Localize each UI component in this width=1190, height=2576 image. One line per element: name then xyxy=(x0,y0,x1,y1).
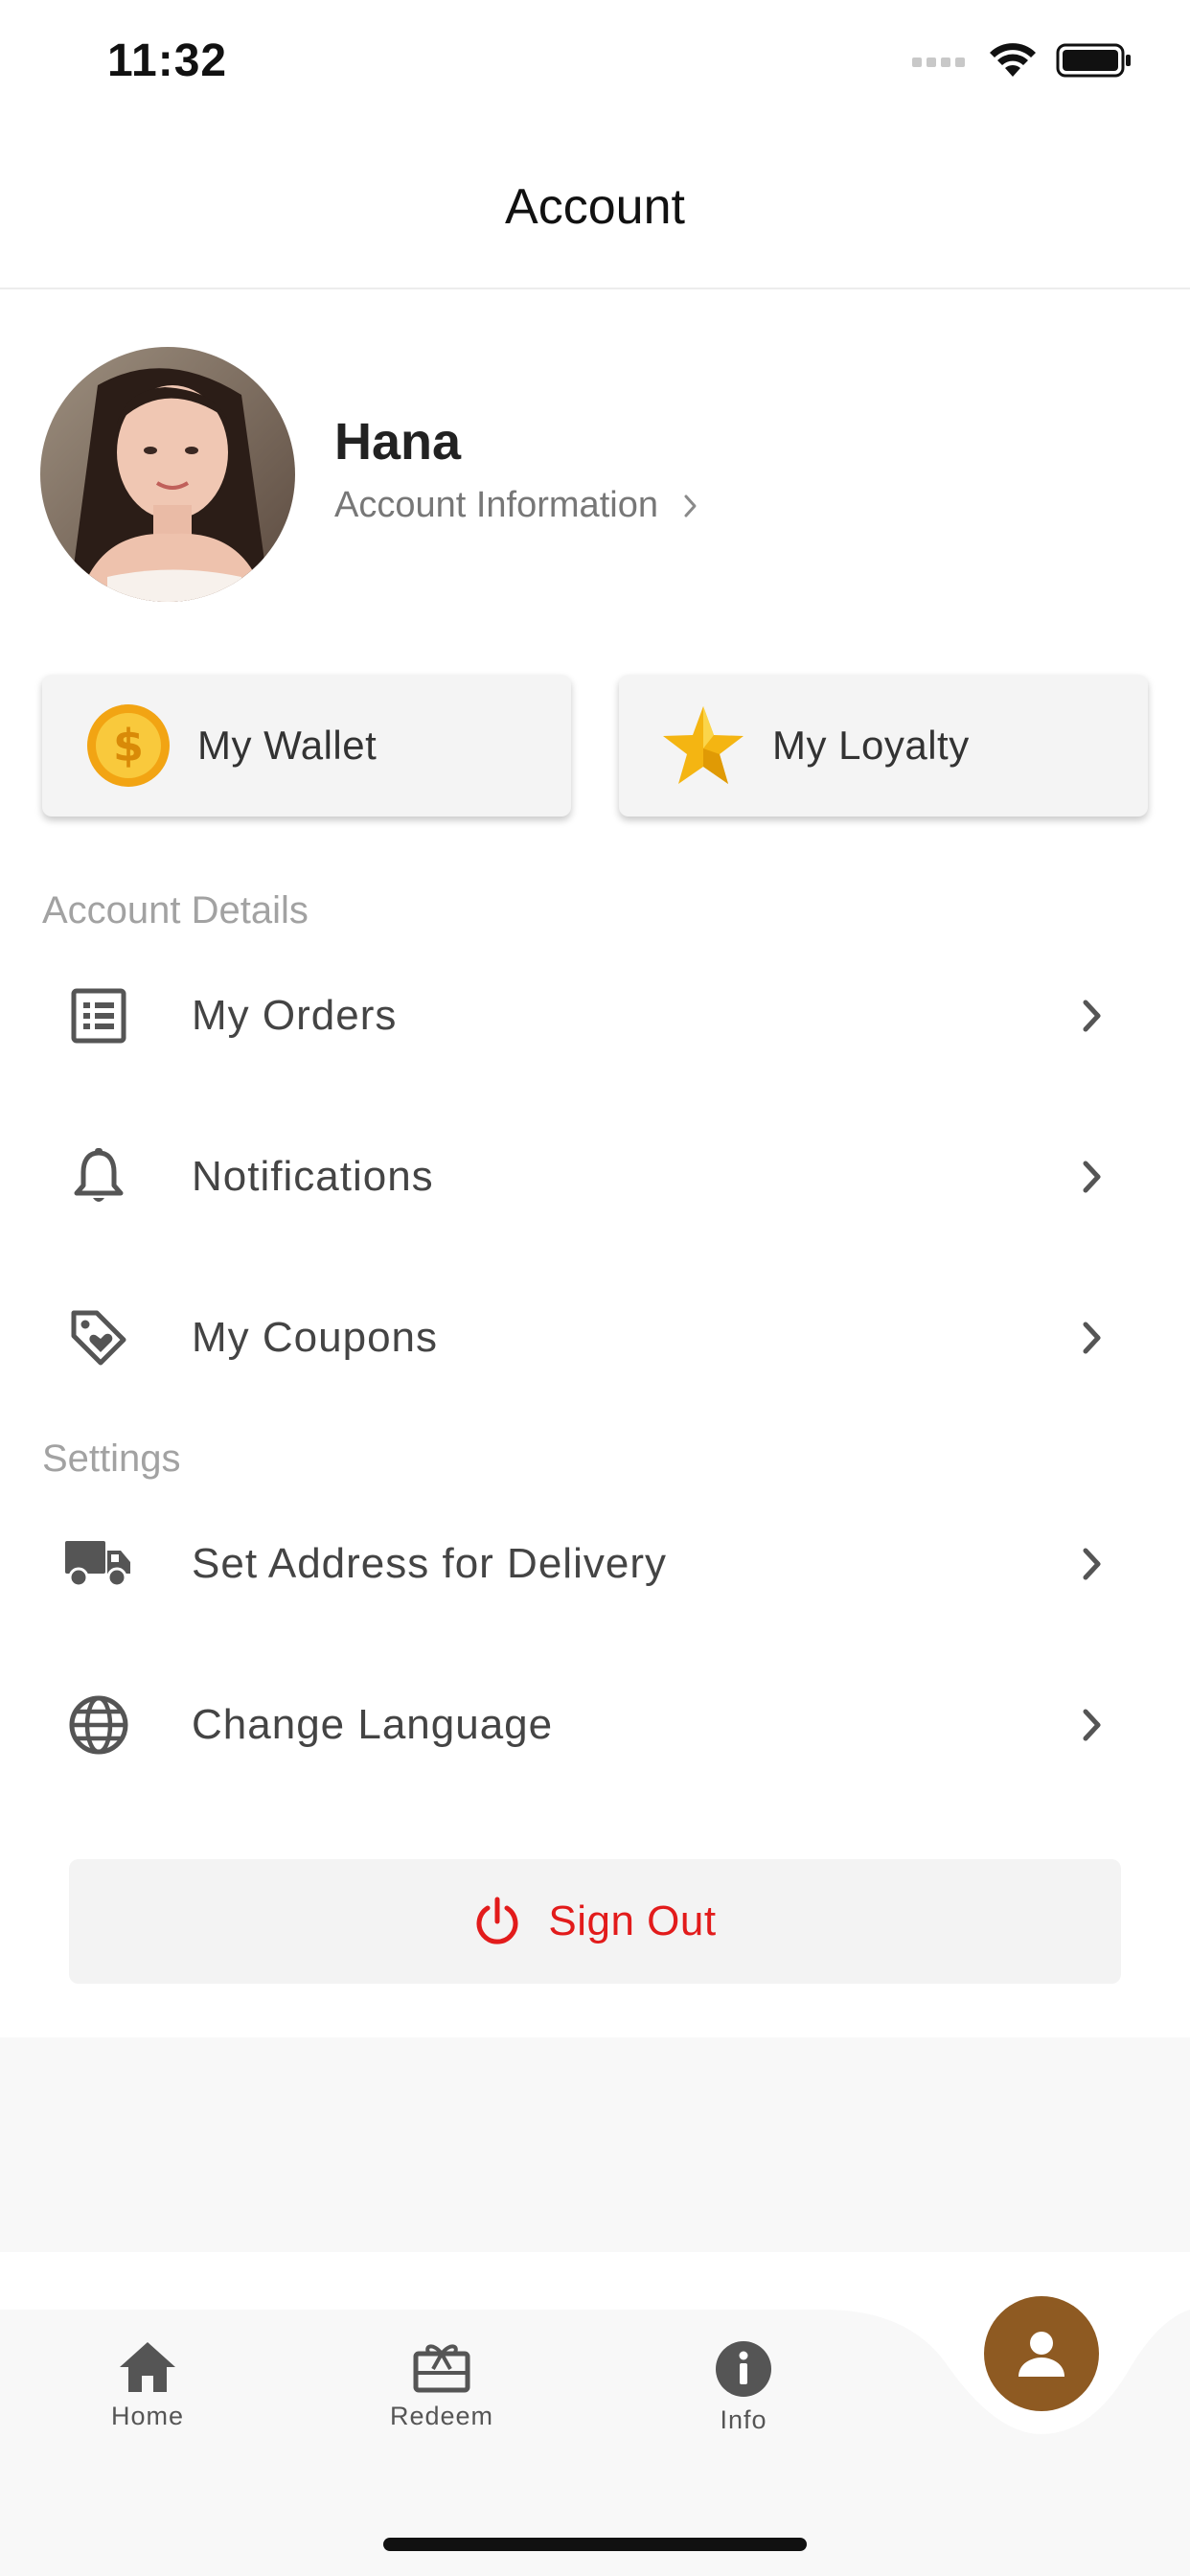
my-wallet-button[interactable]: $ My Wallet xyxy=(42,675,571,816)
cellular-signal-icon xyxy=(912,58,965,67)
profile-section[interactable]: Hana Account Information xyxy=(40,347,1152,602)
tab-label: Home xyxy=(110,2402,185,2430)
tab-info[interactable]: Info xyxy=(657,2340,830,2435)
chevron-right-icon xyxy=(1075,995,1110,1037)
chevron-right-icon xyxy=(1075,1317,1110,1359)
status-bar: 11:32 xyxy=(0,0,1190,134)
nav-header: Account xyxy=(0,134,1190,289)
person-icon xyxy=(1018,2332,1064,2377)
power-icon xyxy=(476,1897,518,1944)
svg-text:$: $ xyxy=(113,720,144,771)
truck-icon xyxy=(65,1530,132,1598)
chevron-right-icon xyxy=(1075,1156,1110,1198)
menu-item-label: Set Address for Delivery xyxy=(192,1540,667,1587)
battery-icon xyxy=(1056,43,1131,78)
profile-name: Hana xyxy=(334,413,462,471)
tab-redeem[interactable]: Redeem xyxy=(355,2340,528,2431)
status-icons xyxy=(912,42,1133,79)
coin-icon: $ xyxy=(87,704,170,787)
page-title: Account xyxy=(505,179,685,235)
home-icon xyxy=(120,2342,175,2392)
home-indicator xyxy=(383,2538,807,2551)
menu-item-notifications[interactable]: Notifications xyxy=(0,1096,1190,1257)
section-title-settings: Settings xyxy=(42,1438,181,1480)
info-icon xyxy=(716,2341,771,2397)
my-loyalty-button[interactable]: My Loyalty xyxy=(619,675,1148,816)
chevron-right-icon xyxy=(684,494,697,517)
globe-icon xyxy=(65,1691,132,1759)
menu-item-label: Change Language xyxy=(192,1701,554,1748)
tab-account-active[interactable] xyxy=(984,2296,1099,2411)
menu-item-set-address[interactable]: Set Address for Delivery xyxy=(0,1484,1190,1644)
chevron-right-icon xyxy=(1075,1543,1110,1585)
content-footer-band xyxy=(0,2037,1190,2252)
tab-home[interactable]: Home xyxy=(61,2340,234,2431)
wifi-icon xyxy=(990,43,1036,77)
tab-label: Info xyxy=(720,2405,767,2434)
tab-label: Redeem xyxy=(389,2402,494,2430)
menu-item-label: My Coupons xyxy=(192,1314,439,1361)
avatar[interactable] xyxy=(40,347,295,602)
bell-icon xyxy=(65,1143,132,1210)
coupon-tag-icon xyxy=(65,1304,132,1371)
chevron-right-icon xyxy=(1075,1704,1110,1746)
menu-item-my-orders[interactable]: My Orders xyxy=(0,935,1190,1096)
menu-item-label: My Orders xyxy=(192,992,398,1039)
account-information-link[interactable]: Account Information xyxy=(334,485,698,526)
section-title-account-details: Account Details xyxy=(42,889,309,932)
star-icon xyxy=(663,706,744,784)
status-time: 11:32 xyxy=(107,35,228,86)
orders-list-icon xyxy=(65,982,132,1049)
sign-out-button[interactable]: Sign Out xyxy=(69,1859,1121,1984)
menu-item-label: Notifications xyxy=(192,1153,434,1200)
my-loyalty-label: My Loyalty xyxy=(772,723,970,768)
menu-item-my-coupons[interactable]: My Coupons xyxy=(0,1257,1190,1418)
sign-out-label: Sign Out xyxy=(548,1898,717,1944)
my-wallet-label: My Wallet xyxy=(197,723,378,768)
menu-item-change-language[interactable]: Change Language xyxy=(0,1644,1190,1806)
account-information-label: Account Information xyxy=(334,485,658,525)
gift-card-icon xyxy=(413,2344,470,2393)
